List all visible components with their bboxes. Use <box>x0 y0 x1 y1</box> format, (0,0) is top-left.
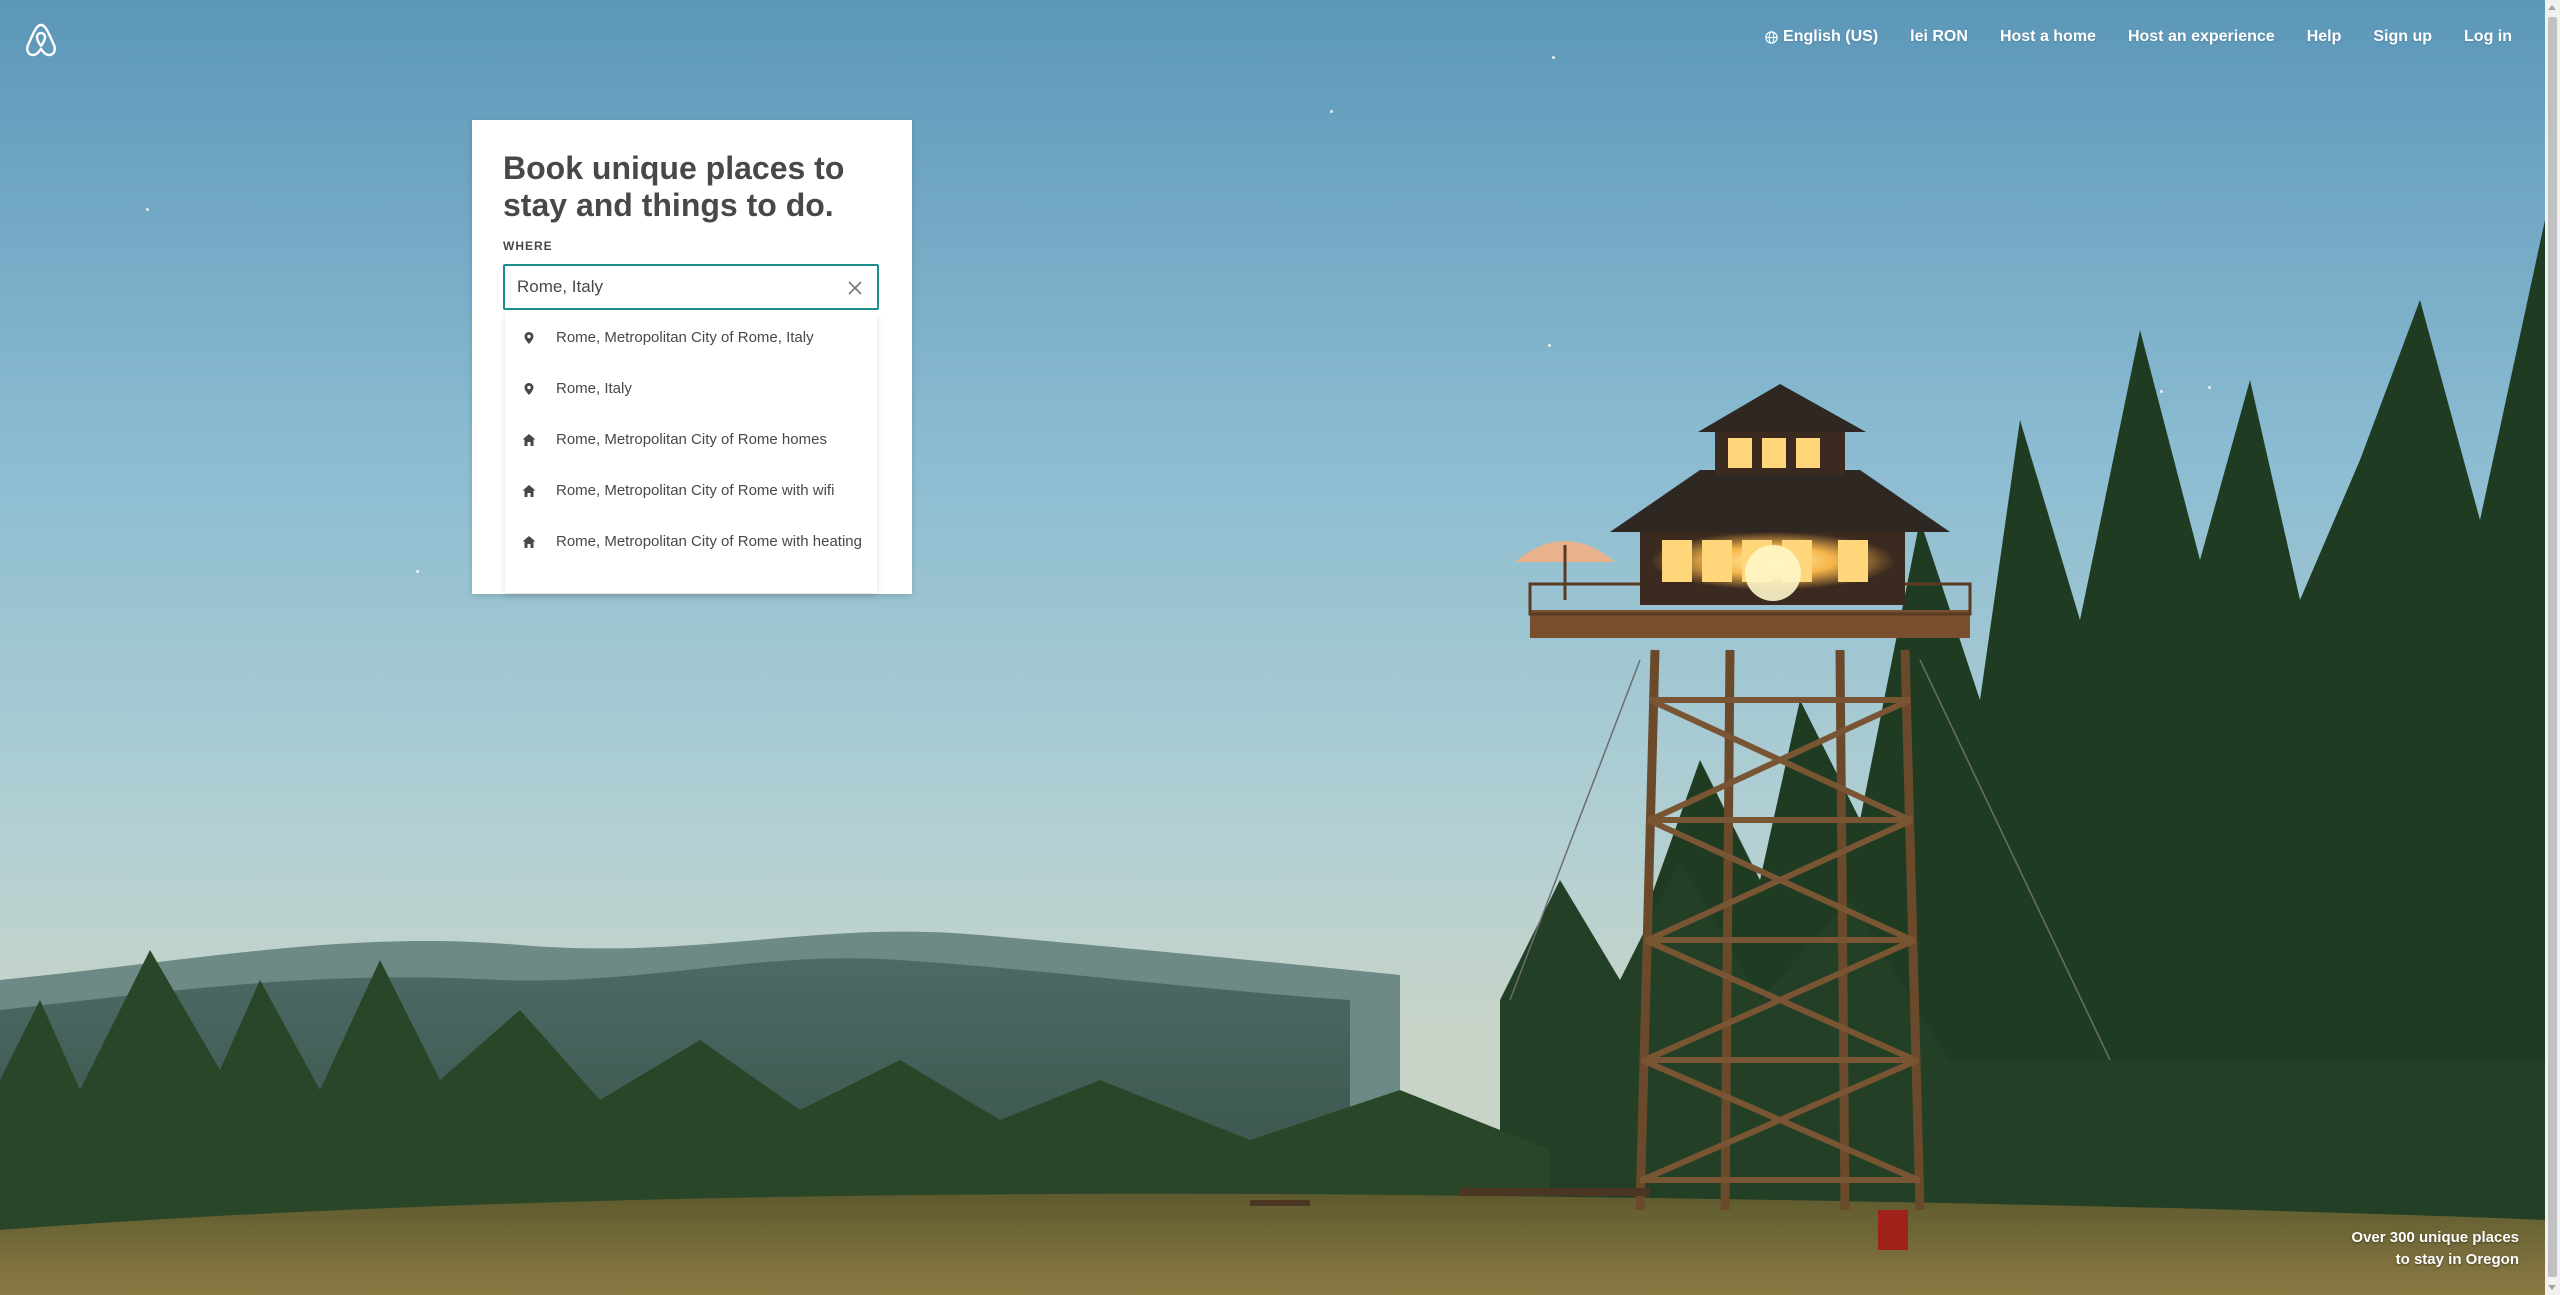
where-field <box>503 264 879 310</box>
host-a-home-link[interactable]: Host a home <box>2000 28 2096 46</box>
host-an-experience-link[interactable]: Host an experience <box>2128 28 2275 46</box>
suggestion-item[interactable]: Rome, Italy <box>505 363 877 414</box>
header-nav: English (US) lei RON Host a home Host an… <box>1733 28 2512 46</box>
suggestion-label: Rome, Italy <box>556 380 632 397</box>
scrollbar-thumb[interactable] <box>2548 17 2557 1277</box>
page-title: Book unique places to stay and things to… <box>503 150 845 223</box>
star <box>416 570 419 573</box>
suggestion-label: Rome, Metropolitan City of Rome, Italy <box>556 329 814 346</box>
log-in-link[interactable]: Log in <box>2464 28 2512 46</box>
home-icon <box>522 484 536 497</box>
sign-up-link[interactable]: Sign up <box>2373 28 2432 46</box>
language-label: English (US) <box>1783 28 1879 45</box>
star <box>146 208 149 211</box>
where-input[interactable] <box>515 276 839 298</box>
map-pin-icon <box>524 382 534 395</box>
scroll-up-arrow-icon[interactable] <box>2548 5 2556 10</box>
home-icon <box>522 433 536 446</box>
suggestion-label: Rome, Metropolitan City of Rome with hea… <box>556 533 862 550</box>
autocomplete-dropdown: Rome, Metropolitan City of Rome, Italy R… <box>505 312 877 593</box>
suggestion-item[interactable]: Rome, Metropolitan City of Rome homes <box>505 414 877 465</box>
hero-background-image <box>0 0 2560 1295</box>
where-label: WHERE <box>503 239 553 253</box>
suggestion-label: Rome, Metropolitan City of Rome with wif… <box>556 482 835 499</box>
hero-caption: Over 300 unique places to stay in Oregon <box>2351 1227 2519 1271</box>
scroll-down-arrow-icon[interactable] <box>2548 1285 2556 1290</box>
map-pin-icon <box>524 331 534 344</box>
currency-selector[interactable]: lei RON <box>1910 28 1968 46</box>
caption-line-2: to stay in Oregon <box>2395 1251 2519 1268</box>
globe-icon <box>1765 30 1778 44</box>
suggestion-item[interactable]: Rome, Metropolitan City of Rome, Italy <box>505 312 877 363</box>
suggestion-label: Rome, Metropolitan City of Rome homes <box>556 431 827 448</box>
help-link[interactable]: Help <box>2307 28 2342 46</box>
airbnb-logo-icon[interactable] <box>24 22 58 58</box>
star <box>2208 386 2211 389</box>
star <box>1330 110 1333 113</box>
caption-line-1: Over 300 unique places <box>2351 1229 2519 1246</box>
language-selector[interactable]: English (US) <box>1765 28 1878 46</box>
vertical-scrollbar[interactable] <box>2545 0 2560 1295</box>
home-icon <box>522 535 536 548</box>
clear-icon[interactable] <box>847 280 863 296</box>
star <box>2160 390 2163 393</box>
star <box>1548 344 1551 347</box>
suggestion-item[interactable]: Rome, Metropolitan City of Rome with hea… <box>505 516 877 567</box>
top-navigation-bar: English (US) lei RON Host a home Host an… <box>0 0 2545 80</box>
suggestion-item[interactable]: Rome, Metropolitan City of Rome with wif… <box>505 465 877 516</box>
search-card: Book unique places to stay and things to… <box>472 120 912 594</box>
